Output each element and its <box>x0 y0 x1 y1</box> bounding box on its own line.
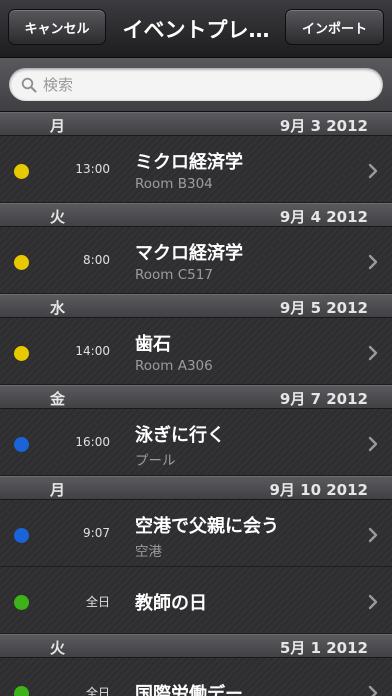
chevron-right-icon <box>368 254 378 270</box>
search-input[interactable] <box>43 75 343 94</box>
navigation-bar: キャンセル イベントプレ… インポート <box>0 0 392 58</box>
calendar-color-dot <box>14 437 29 452</box>
section-date: 5月 1 2012 <box>279 639 368 657</box>
event-time: 13:00 <box>75 162 110 176</box>
search-icon <box>21 77 37 92</box>
event-title: 国際労働デー <box>135 684 243 696</box>
chevron-right-icon <box>368 527 378 543</box>
section-date: 9月 10 2012 <box>269 481 368 499</box>
event-time: 16:00 <box>75 435 110 449</box>
section-header: 水 9月 5 2012 <box>0 294 392 318</box>
chevron-right-icon <box>368 345 378 361</box>
event-row[interactable]: 14:00 歯石 Room A306 <box>0 318 392 385</box>
event-time: 全日 <box>85 686 110 696</box>
chevron-right-icon <box>368 685 378 696</box>
search-bar <box>0 58 392 112</box>
event-title: ミクロ経済学 <box>135 152 243 173</box>
section-date: 9月 4 2012 <box>279 208 368 226</box>
section-day: 月 <box>50 481 66 499</box>
section-header: 火 9月 4 2012 <box>0 203 392 227</box>
cancel-button[interactable]: キャンセル <box>8 9 106 45</box>
event-time: 全日 <box>85 595 110 609</box>
event-title: 歯石 <box>135 334 171 355</box>
event-title: マクロ経済学 <box>135 243 243 264</box>
event-location: Room A306 <box>135 358 213 374</box>
section-header: 金 9月 7 2012 <box>0 385 392 409</box>
event-location: 空港 <box>135 544 162 560</box>
chevron-right-icon <box>368 594 378 610</box>
chevron-right-icon <box>368 436 378 452</box>
event-row[interactable]: 8:00 マクロ経済学 Room C517 <box>0 227 392 294</box>
event-time: 9:07 <box>83 526 110 540</box>
event-row[interactable]: 9:07 空港で父親に会う空港 <box>0 500 392 567</box>
event-row[interactable]: 全日 国際労働デー <box>0 658 392 696</box>
section-date: 9月 7 2012 <box>279 390 368 408</box>
calendar-color-dot <box>14 255 29 270</box>
calendar-color-dot <box>14 595 29 610</box>
section-day: 金 <box>50 390 66 408</box>
calendar-color-dot <box>14 346 29 361</box>
calendar-color-dot <box>14 164 29 179</box>
event-row[interactable]: 全日 教師の日 <box>0 567 392 634</box>
event-row[interactable]: 16:00 泳ぎに行くプール <box>0 409 392 476</box>
calendar-color-dot <box>14 528 29 543</box>
section-header: 火 5月 1 2012 <box>0 634 392 658</box>
search-field[interactable] <box>9 68 383 101</box>
section-day: 火 <box>50 639 66 657</box>
section-day: 水 <box>50 299 66 317</box>
event-location: Room B304 <box>135 176 213 192</box>
event-title: 泳ぎに行く <box>135 425 225 446</box>
event-row[interactable]: 13:00 ミクロ経済学 Room B304 <box>0 136 392 203</box>
event-location: Room C517 <box>135 267 213 283</box>
import-button[interactable]: インポート <box>285 9 384 45</box>
chevron-right-icon <box>368 163 378 179</box>
event-location: プール <box>135 453 176 469</box>
section-date: 9月 3 2012 <box>279 117 368 135</box>
section-header: 月 9月 3 2012 <box>0 112 392 136</box>
event-time: 14:00 <box>75 344 110 358</box>
page-title: イベントプレ… <box>122 18 270 42</box>
event-title: 教師の日 <box>135 593 207 614</box>
section-day: 火 <box>50 208 66 226</box>
section-date: 9月 5 2012 <box>279 299 368 317</box>
event-title: 空港で父親に会う <box>135 516 279 537</box>
section-header: 月 9月 10 2012 <box>0 476 392 500</box>
event-list[interactable]: 月 9月 3 2012 13:00 ミクロ経済学 Room B304 火 9月 4 2012… <box>0 112 392 696</box>
event-time: 8:00 <box>83 253 110 267</box>
calendar-color-dot <box>14 686 29 696</box>
section-day: 月 <box>50 117 66 135</box>
